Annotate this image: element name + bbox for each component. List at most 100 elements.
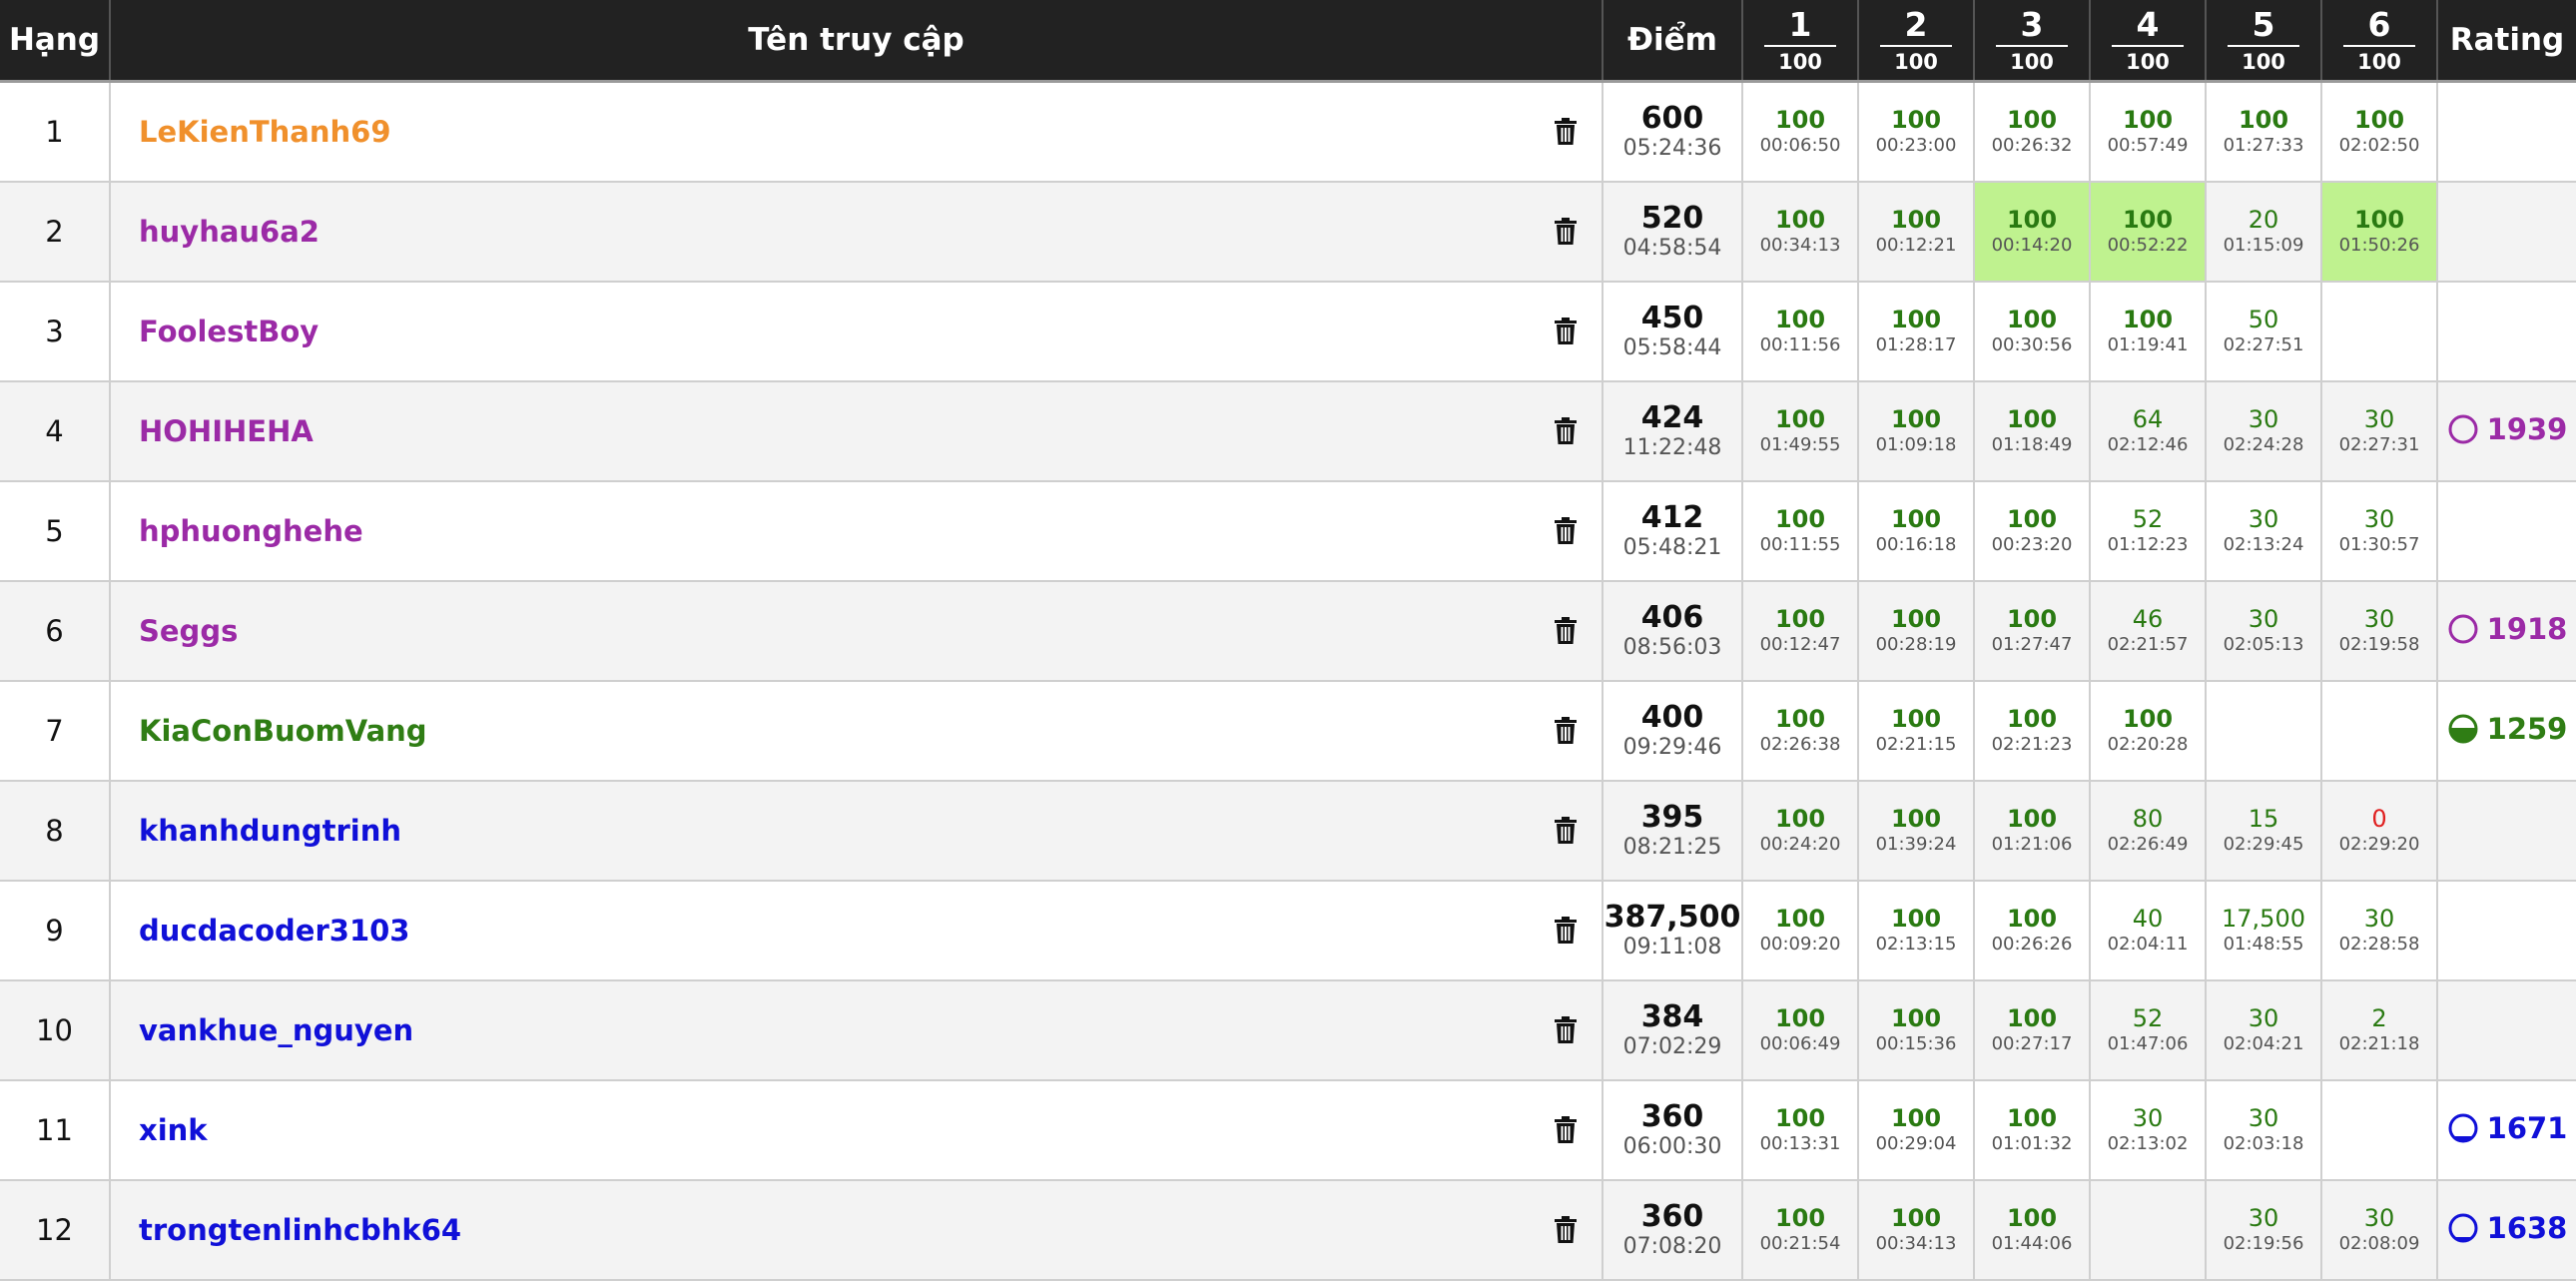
problem-cell-5[interactable]: 15 02:29:45 [2206,780,2322,881]
problem-cell-4[interactable]: 100 01:19:41 [2090,281,2207,381]
problem-cell-3[interactable]: 100 01:21:06 [1974,780,2091,881]
problem-cell-4[interactable]: 100 00:52:22 [2090,181,2207,282]
username-link[interactable]: huyhau6a2 [139,215,320,249]
problem-cell-2[interactable]: 100 00:29:04 [1858,1079,1975,1180]
problem-cell-1[interactable]: 100 00:12:47 [1742,580,1859,681]
problem-cell-3[interactable]: 100 01:27:47 [1974,580,2091,681]
username-link[interactable]: Seggs [139,614,238,648]
problem-cell-2[interactable]: 100 00:28:19 [1858,580,1975,681]
username-link[interactable]: FoolestBoy [139,315,319,348]
problem-cell-2[interactable]: 100 00:23:00 [1858,81,1975,182]
problem-cell-1[interactable]: 100 00:11:56 [1742,281,1859,381]
problem-cell-5[interactable]: 30 02:03:18 [2206,1079,2322,1180]
problem-cell-4[interactable] [2090,1179,2207,1280]
problem-cell-4[interactable]: 100 02:20:28 [2090,680,2207,781]
username-link[interactable]: vankhue_nguyen [139,1013,413,1047]
trash-icon[interactable] [1554,1015,1578,1044]
problem-cell-5[interactable]: 30 02:24:28 [2206,380,2322,481]
header-problem-6[interactable]: 6 100 [2321,0,2438,82]
trash-icon[interactable] [1554,117,1578,146]
username-link[interactable]: khanhdungtrinh [139,814,401,848]
username-link[interactable]: ducdacoder3103 [139,914,409,948]
problem-cell-2[interactable]: 100 00:34:13 [1858,1179,1975,1280]
trash-icon[interactable] [1554,317,1578,345]
problem-cell-3[interactable]: 100 01:01:32 [1974,1079,2091,1180]
problem-cell-3[interactable]: 100 00:26:32 [1974,81,2091,182]
header-problem-4[interactable]: 4 100 [2090,0,2207,82]
header-problem-3[interactable]: 3 100 [1974,0,2091,82]
problem-cell-2[interactable]: 100 02:21:15 [1858,680,1975,781]
problem-cell-4[interactable]: 46 02:21:57 [2090,580,2207,681]
problem-cell-1[interactable]: 100 00:06:50 [1742,81,1859,182]
problem-cell-6[interactable]: 2 02:21:18 [2321,979,2438,1080]
username-link[interactable]: xink [139,1113,208,1147]
problem-cell-3[interactable]: 100 00:14:20 [1974,181,2091,282]
problem-cell-4[interactable]: 64 02:12:46 [2090,380,2207,481]
problem-cell-6[interactable] [2321,680,2438,781]
username-link[interactable]: hphuonghehe [139,514,363,548]
problem-cell-2[interactable]: 100 00:15:36 [1858,979,1975,1080]
problem-cell-3[interactable]: 100 02:21:23 [1974,680,2091,781]
problem-cell-6[interactable] [2321,281,2438,381]
problem-cell-6[interactable]: 100 01:50:26 [2321,181,2438,282]
problem-cell-4[interactable]: 40 02:04:11 [2090,880,2207,980]
trash-icon[interactable] [1554,1115,1578,1144]
problem-cell-1[interactable]: 100 00:11:55 [1742,480,1859,581]
problem-cell-5[interactable]: 100 01:27:33 [2206,81,2322,182]
problem-cell-5[interactable]: 30 02:19:56 [2206,1179,2322,1280]
header-problem-5[interactable]: 5 100 [2206,0,2322,82]
problem-cell-2[interactable]: 100 00:12:21 [1858,181,1975,282]
problem-cell-1[interactable]: 100 00:06:49 [1742,979,1859,1080]
problem-cell-3[interactable]: 100 00:23:20 [1974,480,2091,581]
username-link[interactable]: HOHIHEHA [139,414,314,448]
problem-cell-1[interactable]: 100 00:13:31 [1742,1079,1859,1180]
trash-icon[interactable] [1554,916,1578,945]
problem-cell-1[interactable]: 100 02:26:38 [1742,680,1859,781]
problem-cell-3[interactable]: 100 00:26:26 [1974,880,2091,980]
problem-cell-2[interactable]: 100 01:09:18 [1858,380,1975,481]
trash-icon[interactable] [1554,716,1578,745]
header-problem-1[interactable]: 1 100 [1742,0,1859,82]
problem-cell-3[interactable]: 100 00:27:17 [1974,979,2091,1080]
username-link[interactable]: LeKienThanh69 [139,115,391,149]
problem-cell-3[interactable]: 100 00:30:56 [1974,281,2091,381]
problem-cell-5[interactable]: 30 02:05:13 [2206,580,2322,681]
problem-cell-2[interactable]: 100 01:39:24 [1858,780,1975,881]
trash-icon[interactable] [1554,616,1578,645]
problem-cell-5[interactable]: 30 02:04:21 [2206,979,2322,1080]
problem-cell-5[interactable] [2206,680,2322,781]
problem-cell-1[interactable]: 100 00:34:13 [1742,181,1859,282]
problem-cell-2[interactable]: 100 00:16:18 [1858,480,1975,581]
problem-cell-6[interactable]: 30 02:08:09 [2321,1179,2438,1280]
problem-cell-3[interactable]: 100 01:44:06 [1974,1179,2091,1280]
problem-cell-2[interactable]: 100 01:28:17 [1858,281,1975,381]
username-link[interactable]: trongtenlinhcbhk64 [139,1213,461,1247]
trash-icon[interactable] [1554,1215,1578,1244]
problem-cell-1[interactable]: 100 00:24:20 [1742,780,1859,881]
problem-cell-6[interactable]: 30 02:19:58 [2321,580,2438,681]
problem-cell-4[interactable]: 30 02:13:02 [2090,1079,2207,1180]
problem-cell-6[interactable]: 100 02:02:50 [2321,81,2438,182]
problem-cell-4[interactable]: 80 02:26:49 [2090,780,2207,881]
problem-cell-6[interactable]: 30 02:27:31 [2321,380,2438,481]
problem-cell-2[interactable]: 100 02:13:15 [1858,880,1975,980]
problem-cell-6[interactable]: 0 02:29:20 [2321,780,2438,881]
problem-cell-1[interactable]: 100 00:21:54 [1742,1179,1859,1280]
trash-icon[interactable] [1554,516,1578,545]
problem-cell-5[interactable]: 50 02:27:51 [2206,281,2322,381]
problem-cell-1[interactable]: 100 01:49:55 [1742,380,1859,481]
problem-cell-6[interactable]: 30 01:30:57 [2321,480,2438,581]
trash-icon[interactable] [1554,416,1578,445]
problem-cell-5[interactable]: 20 01:15:09 [2206,181,2322,282]
problem-cell-4[interactable]: 100 00:57:49 [2090,81,2207,182]
problem-cell-1[interactable]: 100 00:09:20 [1742,880,1859,980]
problem-cell-4[interactable]: 52 01:47:06 [2090,979,2207,1080]
problem-cell-5[interactable]: 30 02:13:24 [2206,480,2322,581]
problem-cell-3[interactable]: 100 01:18:49 [1974,380,2091,481]
problem-cell-6[interactable] [2321,1079,2438,1180]
problem-cell-5[interactable]: 17,500 01:48:55 [2206,880,2322,980]
trash-icon[interactable] [1554,217,1578,246]
problem-cell-6[interactable]: 30 02:28:58 [2321,880,2438,980]
trash-icon[interactable] [1554,816,1578,845]
problem-cell-4[interactable]: 52 01:12:23 [2090,480,2207,581]
